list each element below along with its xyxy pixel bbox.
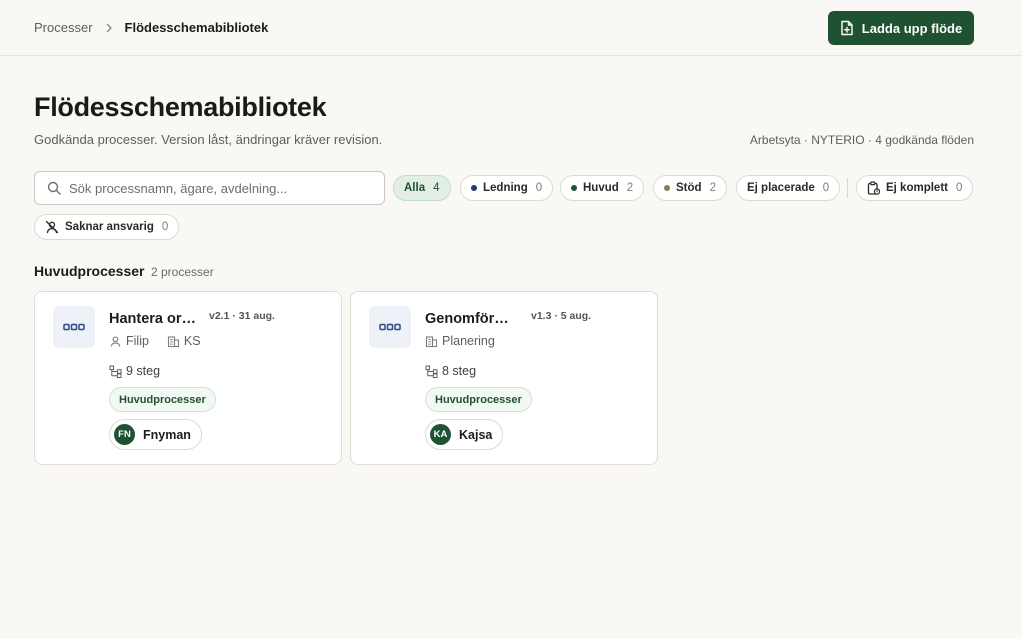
filter-count: 4: [433, 182, 440, 194]
search-box[interactable]: [34, 171, 385, 205]
chevron-right-icon: [103, 22, 115, 34]
card-version: v2.1 · 31 aug.: [209, 310, 275, 322]
process-card[interactable]: Genomföra planering v1.3 · 5 aug. Planer…: [350, 291, 658, 465]
upload-flow-button[interactable]: Ladda upp flöde: [828, 11, 974, 45]
breadcrumb: Processer Flödesschemabibliotek: [34, 20, 268, 35]
user-icon: [109, 335, 122, 348]
breadcrumb-current: Flödesschemabibliotek: [124, 20, 269, 35]
page-title: Flödesschemabibliotek: [34, 92, 327, 122]
filter-label: Ej placerade: [747, 182, 815, 194]
filter-label: Saknar ansvarig: [65, 221, 154, 233]
filter-chip-saknar-ansvarig[interactable]: Saknar ansvarig 0: [34, 214, 180, 240]
card-owner-chip[interactable]: KA Kajsa: [425, 419, 504, 450]
building-icon: [167, 335, 180, 348]
search-input[interactable]: [69, 180, 359, 196]
filter-label: Ledning: [483, 182, 528, 194]
filter-divider: [847, 178, 848, 198]
card-category-tag: Huvudprocesser: [109, 387, 216, 412]
card-steps-label: 8 steg: [442, 364, 477, 378]
filter-chip-alla[interactable]: Alla 4: [393, 175, 451, 201]
card-department: KS: [183, 334, 201, 348]
avatar: KA: [430, 424, 451, 445]
stod-dot-icon: [664, 185, 670, 191]
filter-chip-stod[interactable]: Stöd 2: [653, 175, 727, 201]
card-meta: Planering: [425, 334, 495, 348]
card-owner-name: Kajsa: [459, 427, 493, 442]
card-owner-chip[interactable]: FN Fnyman: [109, 419, 202, 450]
user-off-icon: [45, 220, 59, 234]
steps-icon: [109, 365, 122, 378]
clipboard-alert-icon: [867, 181, 880, 195]
workspace-meta: Arbetsyta · NYTERIO · 4 godkända flöden: [749, 133, 974, 147]
filter-count: 0: [822, 182, 830, 194]
avatar: FN: [114, 424, 135, 445]
filter-chip-ej-komplett[interactable]: Ej komplett 0: [856, 175, 974, 201]
filter-count: 0: [161, 221, 169, 233]
card-category-tag: Huvudprocesser: [425, 387, 532, 412]
filter-label: Huvud: [583, 182, 619, 194]
filter-label: Alla: [404, 182, 426, 194]
card-owner-short: Filip: [126, 334, 149, 348]
filter-label: Ej komplett: [886, 182, 948, 194]
card-department: Planering: [442, 334, 495, 348]
section-title: Huvudprocesser: [34, 263, 145, 279]
filter-chip-huvud[interactable]: Huvud 2: [560, 175, 645, 201]
filter-chip-ej-placerade[interactable]: Ej placerade 0: [736, 175, 841, 201]
filter-count: 2: [709, 182, 716, 194]
card-title[interactable]: Hantera order: [109, 311, 199, 327]
process-card[interactable]: Hantera order v2.1 · 31 aug. Filip KS 9 …: [34, 291, 342, 465]
filter-count: 0: [955, 182, 963, 194]
filter-count: 0: [535, 182, 543, 194]
card-steps-label: 9 steg: [126, 364, 161, 378]
card-meta: Filip KS: [109, 334, 201, 348]
huvud-dot-icon: [571, 185, 577, 191]
page-subtitle: Godkända processer. Version låst, ändrin…: [34, 132, 383, 147]
upload-flow-label: Ladda upp flöde: [861, 20, 963, 36]
steps-icon: [425, 365, 438, 378]
filter-count: 2: [626, 182, 634, 194]
flow-icon: [369, 306, 411, 348]
file-plus-icon: [840, 20, 854, 36]
section-count: 2 processer: [151, 265, 214, 279]
search-icon: [47, 181, 61, 195]
card-steps: 8 steg: [425, 364, 476, 378]
building-icon: [425, 335, 438, 348]
flow-icon: [53, 306, 95, 348]
card-steps: 9 steg: [109, 364, 160, 378]
filter-label: Stöd: [676, 182, 702, 194]
ledning-dot-icon: [471, 185, 477, 191]
card-owner-name: Fnyman: [143, 427, 191, 442]
top-bar: Processer Flödesschemabibliotek Ladda up…: [0, 0, 1022, 56]
filter-chip-ledning[interactable]: Ledning 0: [460, 175, 554, 201]
card-title[interactable]: Genomföra planering: [425, 311, 515, 327]
card-version: v1.3 · 5 aug.: [531, 310, 592, 322]
breadcrumb-link-processer[interactable]: Processer: [34, 20, 93, 35]
